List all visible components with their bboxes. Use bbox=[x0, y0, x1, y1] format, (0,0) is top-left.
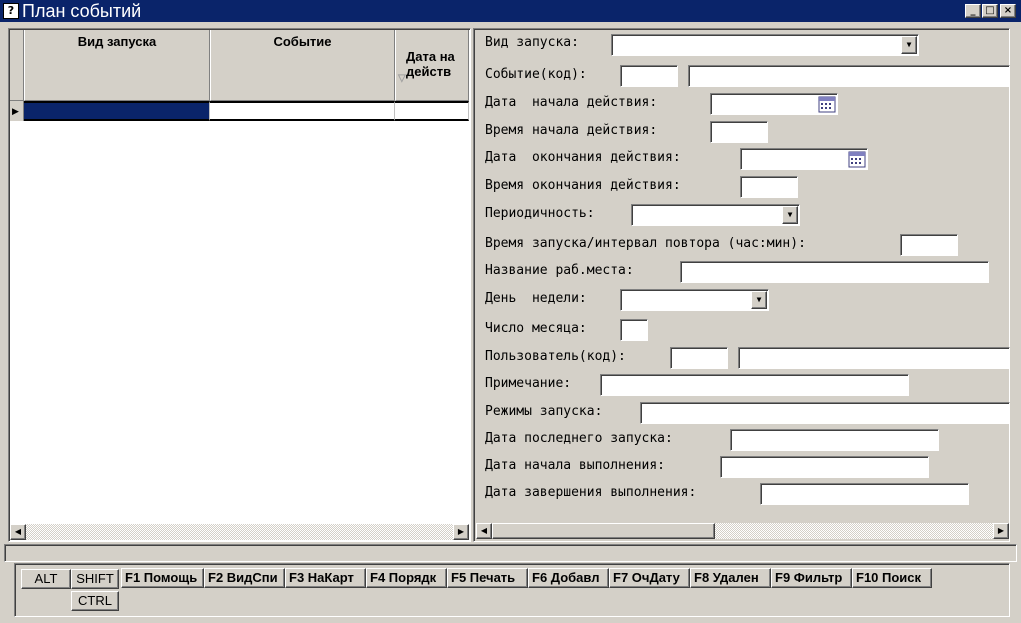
f9-filter-button[interactable]: F9 Фильтр bbox=[771, 568, 852, 588]
note-input[interactable] bbox=[600, 374, 909, 396]
window-title: План событий bbox=[22, 1, 142, 21]
grid-cell-event[interactable] bbox=[210, 101, 395, 121]
close-button[interactable]: × bbox=[1000, 4, 1016, 18]
end-date-value: . . bbox=[774, 169, 817, 170]
last-launch-input[interactable] bbox=[730, 429, 939, 451]
chevron-down-icon[interactable]: ▼ bbox=[751, 291, 767, 309]
column-header-event[interactable]: Событие bbox=[210, 30, 395, 101]
column-header-label: Дата на действ bbox=[406, 49, 455, 79]
function-key-bar: ALT SHIFT CTRL F1 Помощь F2 ВидСпи F3 На… bbox=[14, 563, 1010, 617]
weekday-label: День недели: bbox=[485, 291, 587, 306]
column-header-label: Вид запуска bbox=[77, 34, 157, 49]
f3-card-button[interactable]: F3 НаКарт bbox=[285, 568, 366, 588]
sort-icon: ▽ bbox=[398, 73, 406, 84]
scroll-left-icon[interactable]: ◀ bbox=[10, 524, 26, 540]
launch-interval-input[interactable] bbox=[900, 234, 958, 256]
form-horizontal-scrollbar[interactable]: ◀ ▶ bbox=[476, 523, 1009, 539]
start-date-value: . . bbox=[744, 114, 787, 115]
note-label: Примечание: bbox=[485, 376, 572, 391]
f10-search-button[interactable]: F10 Поиск bbox=[852, 568, 932, 588]
periodicity-label: Периодичность: bbox=[485, 206, 595, 221]
calendar-icon[interactable] bbox=[818, 95, 836, 113]
last-launch-label: Дата последнего запуска: bbox=[485, 431, 673, 446]
chevron-down-icon[interactable]: ▼ bbox=[782, 206, 798, 224]
launch-interval-label: Время запуска/интервал повтора (час:мин)… bbox=[485, 236, 806, 251]
event-name-input[interactable] bbox=[688, 65, 1010, 87]
modes-label: Режимы запуска: bbox=[485, 404, 603, 419]
shift-key[interactable]: SHIFT bbox=[71, 569, 119, 589]
row-indicator-icon: ▶ bbox=[10, 101, 24, 121]
grid-cell-launch-type[interactable] bbox=[24, 101, 210, 121]
user-label: Пользователь(код): bbox=[485, 349, 626, 364]
f1-help-button[interactable]: F1 Помощь bbox=[121, 568, 204, 588]
chevron-down-icon[interactable]: ▼ bbox=[901, 36, 917, 54]
status-bar bbox=[4, 544, 1017, 562]
scroll-right-icon[interactable]: ▶ bbox=[453, 524, 469, 540]
grid-cell-start-date[interactable] bbox=[395, 101, 469, 121]
exec-end-input[interactable] bbox=[760, 483, 969, 505]
exec-start-label: Дата начала выполнения: bbox=[485, 458, 666, 473]
grid-header-indicator bbox=[10, 30, 24, 101]
start-date-label: Дата начала действия: bbox=[485, 95, 658, 110]
weekday-select[interactable]: ▼ bbox=[620, 289, 769, 311]
f4-order-button[interactable]: F4 Порядк bbox=[366, 568, 447, 588]
column-header-label: Событие bbox=[273, 34, 332, 49]
event-detail-form: Вид запуска: ▼ Событие(код): Дата начала… bbox=[473, 28, 1010, 542]
end-date-label: Дата окончания действия: bbox=[485, 150, 681, 165]
exec-end-label: Дата завершения выполнения: bbox=[485, 485, 697, 500]
start-date-input[interactable]: . . bbox=[710, 93, 838, 115]
ctrl-key[interactable]: CTRL bbox=[71, 591, 119, 611]
event-label: Событие(код): bbox=[485, 67, 587, 82]
column-header-start-date[interactable]: Дата на действ ▽ bbox=[395, 30, 469, 101]
f6-add-button[interactable]: F6 Добавл bbox=[528, 568, 609, 588]
launch-type-label: Вид запуска: bbox=[485, 35, 579, 50]
month-day-label: Число месяца: bbox=[485, 321, 587, 336]
periodicity-select[interactable]: ▼ bbox=[631, 204, 800, 226]
events-grid[interactable]: Вид запуска Событие Дата на действ ▽ ▶ ◀… bbox=[8, 28, 471, 542]
user-code-input[interactable] bbox=[670, 347, 728, 369]
start-time-label: Время начала действия: bbox=[485, 123, 658, 138]
scroll-right-icon[interactable]: ▶ bbox=[993, 523, 1009, 539]
end-time-input[interactable] bbox=[740, 176, 798, 198]
calendar-icon[interactable] bbox=[848, 150, 866, 168]
app-icon[interactable]: ? bbox=[3, 3, 19, 19]
alt-key[interactable]: ALT bbox=[21, 569, 71, 589]
f7-clear-date-button[interactable]: F7 ОчДату bbox=[609, 568, 690, 588]
event-code-input[interactable] bbox=[620, 65, 678, 87]
workplace-label: Название раб.места: bbox=[485, 263, 634, 278]
month-day-input[interactable] bbox=[620, 319, 648, 341]
user-name-input[interactable] bbox=[738, 347, 1010, 369]
f2-view-list-button[interactable]: F2 ВидСпи bbox=[204, 568, 285, 588]
column-header-launch-type[interactable]: Вид запуска bbox=[24, 30, 210, 101]
modes-input[interactable] bbox=[640, 402, 1010, 424]
launch-type-select[interactable]: ▼ bbox=[611, 34, 919, 56]
title-bar: ? План событий _ □ × bbox=[0, 0, 1021, 22]
f5-print-button[interactable]: F5 Печать bbox=[447, 568, 528, 588]
scroll-thumb[interactable] bbox=[492, 523, 715, 539]
f8-delete-button[interactable]: F8 Удален bbox=[690, 568, 771, 588]
end-time-label: Время окончания действия: bbox=[485, 178, 681, 193]
workplace-input[interactable] bbox=[680, 261, 989, 283]
maximize-button[interactable]: □ bbox=[982, 4, 998, 18]
start-time-input[interactable] bbox=[710, 121, 768, 143]
grid-horizontal-scrollbar[interactable]: ◀ ▶ bbox=[10, 524, 469, 540]
minimize-button[interactable]: _ bbox=[965, 4, 981, 18]
scroll-left-icon[interactable]: ◀ bbox=[476, 523, 492, 539]
end-date-input[interactable]: . . bbox=[740, 148, 868, 170]
exec-start-input[interactable] bbox=[720, 456, 929, 478]
